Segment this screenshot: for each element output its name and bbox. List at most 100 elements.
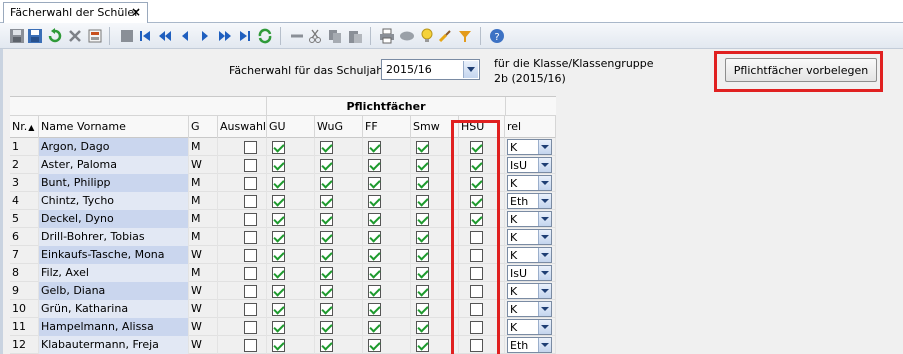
checkbox-auswahl[interactable] — [244, 159, 257, 172]
checkbox-ff[interactable] — [368, 321, 381, 334]
checkbox-gu[interactable] — [272, 159, 285, 172]
checkbox-wug[interactable] — [320, 159, 333, 172]
checkbox-ff[interactable] — [368, 213, 381, 226]
save-disk-icon[interactable] — [8, 27, 26, 45]
checkbox-gu[interactable] — [272, 141, 285, 154]
form-icon[interactable] — [118, 27, 136, 45]
refresh-icon[interactable] — [256, 27, 274, 45]
column-header-name[interactable]: Name Vorname — [39, 116, 189, 138]
religion-select[interactable]: K — [507, 283, 552, 299]
chevron-down-icon[interactable] — [538, 158, 551, 172]
religion-select[interactable]: K — [507, 319, 552, 335]
checkbox-smw[interactable] — [416, 159, 429, 172]
checkbox-auswahl[interactable] — [244, 285, 257, 298]
chevron-down-icon[interactable] — [538, 230, 551, 244]
checkbox-gu[interactable] — [272, 195, 285, 208]
checkbox-wug[interactable] — [320, 249, 333, 262]
checkbox-wug[interactable] — [320, 195, 333, 208]
checkbox-gu[interactable] — [272, 321, 285, 334]
copy-icon[interactable] — [326, 27, 344, 45]
column-header-gu[interactable]: GU — [267, 116, 315, 138]
checkbox-auswahl[interactable] — [244, 177, 257, 190]
next-icon[interactable] — [196, 27, 214, 45]
checkbox-ff[interactable] — [368, 177, 381, 190]
checkbox-smw[interactable] — [416, 249, 429, 262]
preview-icon[interactable] — [398, 27, 416, 45]
checkbox-gu[interactable] — [272, 267, 285, 280]
year-select[interactable]: 2015/16 — [381, 59, 480, 80]
checkbox-ff[interactable] — [368, 267, 381, 280]
checkbox-smw[interactable] — [416, 231, 429, 244]
last-icon[interactable] — [236, 27, 254, 45]
column-header-auswahl[interactable]: Auswahl — [218, 116, 267, 138]
cut-icon[interactable] — [306, 27, 324, 45]
checkbox-ff[interactable] — [368, 159, 381, 172]
checkbox-smw[interactable] — [416, 303, 429, 316]
chevron-down-icon[interactable] — [538, 140, 551, 154]
column-header-rel[interactable]: rel — [505, 116, 556, 138]
checkbox-wug[interactable] — [320, 231, 333, 244]
checkbox-auswahl[interactable] — [244, 339, 257, 352]
checkbox-auswahl[interactable] — [244, 249, 257, 262]
checkbox-wug[interactable] — [320, 339, 333, 352]
checkbox-ff[interactable] — [368, 339, 381, 352]
assign-required-subjects-button[interactable]: Pflichtfächer vorbelegen — [725, 58, 877, 82]
column-header-wug[interactable]: WuG — [315, 116, 363, 138]
bulb-icon[interactable] — [418, 27, 436, 45]
tab-faecherwahl[interactable]: Fächerwahl der Schüler × — [3, 2, 148, 24]
arrow-left-icon[interactable] — [288, 27, 306, 45]
prev-page-icon[interactable] — [156, 27, 174, 45]
checkbox-wug[interactable] — [320, 177, 333, 190]
checkbox-gu[interactable] — [272, 177, 285, 190]
checkbox-wug[interactable] — [320, 285, 333, 298]
chevron-down-icon[interactable] — [538, 266, 551, 280]
filter-icon[interactable] — [456, 27, 474, 45]
chevron-down-icon[interactable] — [538, 194, 551, 208]
chevron-down-icon[interactable] — [463, 61, 478, 78]
chevron-down-icon[interactable] — [538, 320, 551, 334]
prev-icon[interactable] — [176, 27, 194, 45]
checkbox-auswahl[interactable] — [244, 195, 257, 208]
brush-icon[interactable] — [436, 27, 454, 45]
checkbox-gu[interactable] — [272, 303, 285, 316]
chevron-down-icon[interactable] — [538, 302, 551, 316]
checkbox-auswahl[interactable] — [244, 213, 257, 226]
checkbox-wug[interactable] — [320, 321, 333, 334]
delete-icon[interactable] — [66, 27, 84, 45]
checkbox-ff[interactable] — [368, 195, 381, 208]
checkbox-wug[interactable] — [320, 303, 333, 316]
checkbox-wug[interactable] — [320, 213, 333, 226]
checkbox-ff[interactable] — [368, 303, 381, 316]
checkbox-auswahl[interactable] — [244, 267, 257, 280]
checkbox-smw[interactable] — [416, 177, 429, 190]
religion-select[interactable]: K — [507, 211, 552, 227]
checkbox-gu[interactable] — [272, 339, 285, 352]
chevron-down-icon[interactable] — [538, 284, 551, 298]
checkbox-smw[interactable] — [416, 267, 429, 280]
religion-select[interactable]: K — [507, 301, 552, 317]
religion-select[interactable]: K — [507, 247, 552, 263]
checkbox-auswahl[interactable] — [244, 231, 257, 244]
column-header-g[interactable]: G — [189, 116, 218, 138]
religion-select[interactable]: K — [507, 229, 552, 245]
checkbox-smw[interactable] — [416, 141, 429, 154]
next-page-icon[interactable] — [216, 27, 234, 45]
first-icon[interactable] — [136, 27, 154, 45]
close-icon[interactable]: × — [131, 5, 141, 19]
print-icon[interactable] — [378, 27, 396, 45]
chevron-down-icon[interactable] — [538, 338, 551, 352]
checkbox-smw[interactable] — [416, 321, 429, 334]
checkbox-auswahl[interactable] — [244, 303, 257, 316]
checkbox-smw[interactable] — [416, 285, 429, 298]
chevron-down-icon[interactable] — [538, 248, 551, 262]
religion-select[interactable]: IsU — [507, 265, 552, 281]
column-header-ff[interactable]: FF — [363, 116, 411, 138]
calc-icon[interactable] — [86, 27, 104, 45]
help-icon[interactable]: ? — [488, 27, 506, 45]
checkbox-gu[interactable] — [272, 249, 285, 262]
checkbox-wug[interactable] — [320, 267, 333, 280]
checkbox-ff[interactable] — [368, 285, 381, 298]
religion-select[interactable]: K — [507, 175, 552, 191]
checkbox-gu[interactable] — [272, 213, 285, 226]
checkbox-smw[interactable] — [416, 213, 429, 226]
